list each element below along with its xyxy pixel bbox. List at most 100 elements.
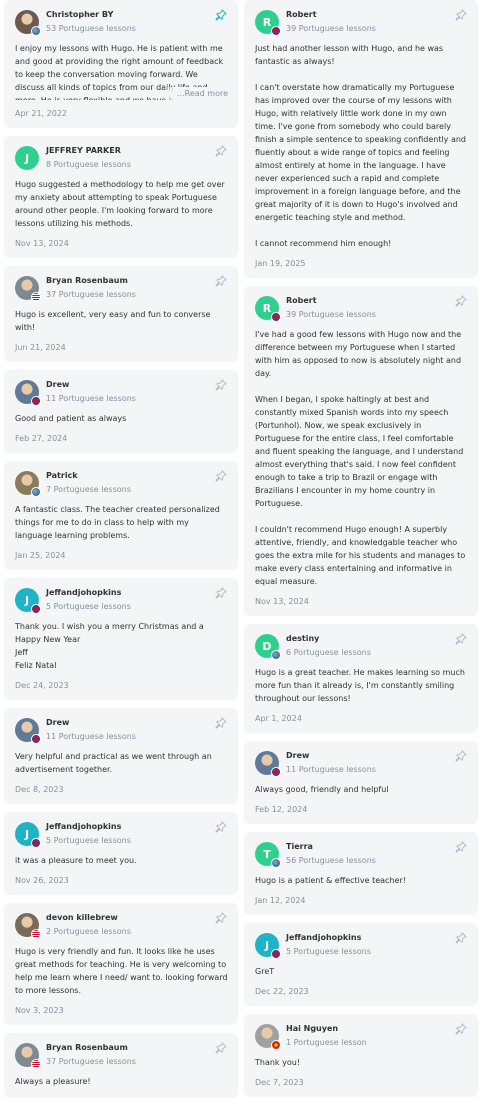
reviewer-name[interactable]: Drew <box>46 379 136 391</box>
review-date: Dec 22, 2023 <box>255 987 309 996</box>
review-text: Good and patient as always <box>15 414 127 423</box>
review-date: Apr 21, 2022 <box>15 109 68 118</box>
reviewer-name[interactable]: Jeffandjohopkins <box>46 587 131 599</box>
read-more-link[interactable]: ...Read more <box>163 87 228 100</box>
review-header: R Robert 39 Portuguese lessons <box>255 294 468 322</box>
review-text: Always good, friendly and helpful <box>255 785 389 794</box>
pin-icon[interactable] <box>215 275 227 287</box>
lesson-count: 1 Portuguese lesson <box>286 1038 367 1047</box>
review-text: Hugo is excellent, very easy and fun to … <box>15 310 211 332</box>
country-flag-icon <box>271 949 281 959</box>
pin-icon[interactable] <box>455 932 467 944</box>
review-header: T Tierra 56 Portuguese lessons <box>255 840 468 868</box>
review-date: Jan 25, 2024 <box>15 551 66 560</box>
reviewer-name[interactable]: Robert <box>286 295 376 307</box>
avatar[interactable] <box>15 1043 41 1069</box>
pin-icon[interactable] <box>455 633 467 645</box>
review-date: Feb 27, 2024 <box>15 434 68 443</box>
review-header: devon killebrew 2 Portuguese lessons <box>15 911 228 939</box>
pin-icon[interactable] <box>215 587 227 599</box>
avatar[interactable] <box>255 1024 281 1050</box>
reviewer-name[interactable]: JEFFREY PARKER <box>46 145 131 157</box>
lesson-count: 11 Portuguese lessons <box>46 394 136 403</box>
reviewer-name[interactable]: Tierra <box>286 841 376 853</box>
avatar[interactable] <box>15 276 41 302</box>
review-card: Drew 11 Portuguese lessons Good and patien… <box>4 370 238 453</box>
country-flag-icon <box>31 604 41 614</box>
reviewer-name[interactable]: destiny <box>286 633 371 645</box>
avatar[interactable]: D <box>255 634 281 660</box>
avatar[interactable]: R <box>255 10 281 36</box>
reviewer-name[interactable]: Patrick <box>46 470 131 482</box>
reviewer-name[interactable]: Robert <box>286 9 376 21</box>
review-text: Hugo suggested a methodology to help me … <box>15 180 225 228</box>
review-text: I've had a good few lessons with Hugo no… <box>255 330 466 586</box>
review-card: Bryan Rosenbaum 37 Portuguese lessons Alwa… <box>4 1033 238 1098</box>
review-date: Nov 26, 2023 <box>15 876 69 885</box>
reviewer-name[interactable]: Jeffandjohopkins <box>46 821 131 833</box>
review-header: Drew 11 Portuguese lessons <box>15 378 228 406</box>
pin-icon[interactable] <box>215 379 227 391</box>
pin-icon[interactable] <box>455 841 467 853</box>
lesson-count: 5 Portuguese lessons <box>46 602 131 611</box>
review-date: Jun 21, 2024 <box>15 343 66 352</box>
reviewer-info: devon killebrew 2 Portuguese lessons <box>46 912 131 938</box>
avatar[interactable] <box>15 471 41 497</box>
pin-icon[interactable] <box>215 821 227 833</box>
reviewer-name[interactable]: Christopher BY <box>46 9 136 21</box>
avatar[interactable] <box>15 913 41 939</box>
pin-icon[interactable] <box>215 912 227 924</box>
country-flag-icon <box>31 1059 41 1069</box>
review-header: Christopher BY 53 Portuguese lessons <box>15 8 228 36</box>
pin-icon[interactable] <box>455 295 467 307</box>
review-card: J Jeffandjohopkins 5 Portuguese lessons Gre… <box>244 923 478 1006</box>
avatar[interactable]: J <box>15 822 41 848</box>
country-flag-icon <box>271 650 281 660</box>
review-text: Very helpful and practical as we went th… <box>15 752 212 774</box>
country-flag-icon <box>271 312 281 322</box>
pin-icon[interactable] <box>455 1023 467 1035</box>
avatar[interactable]: J <box>255 933 281 959</box>
review-header: Bryan Rosenbaum 37 Portuguese lessons <box>15 1041 228 1069</box>
reviewer-name[interactable]: Drew <box>46 717 136 729</box>
lesson-count: 2 Portuguese lessons <box>46 927 131 936</box>
avatar[interactable]: T <box>255 842 281 868</box>
pin-icon[interactable] <box>215 717 227 729</box>
review-card: T Tierra 56 Portuguese lessons Hugo is a pa… <box>244 832 478 915</box>
avatar[interactable]: J <box>15 588 41 614</box>
pin-icon[interactable] <box>455 9 467 21</box>
reviewer-info: Jeffandjohopkins 5 Portuguese lessons <box>46 821 131 847</box>
review-card: J Jeffandjohopkins 5 Portuguese lessons it … <box>4 812 238 895</box>
reviewer-info: JEFFREY PARKER 8 Portuguese lessons <box>46 145 131 171</box>
reviewer-name[interactable]: Bryan Rosenbaum <box>46 275 136 287</box>
avatar[interactable] <box>255 751 281 777</box>
country-flag-icon <box>31 487 41 497</box>
avatar[interactable] <box>15 718 41 744</box>
avatar[interactable]: J <box>15 146 39 170</box>
reviewer-name[interactable]: Drew <box>286 750 376 762</box>
pin-icon[interactable] <box>215 145 227 157</box>
avatar[interactable] <box>15 380 41 406</box>
lesson-count: 37 Portuguese lessons <box>46 290 136 299</box>
avatar[interactable]: R <box>255 296 281 322</box>
review-date: Dec 8, 2023 <box>15 785 64 794</box>
review-card: Drew 11 Portuguese lessons Very helpful an… <box>4 708 238 804</box>
pin-icon[interactable] <box>215 1042 227 1054</box>
reviewer-name[interactable]: Hai Nguyen <box>286 1023 367 1035</box>
pin-icon[interactable] <box>455 750 467 762</box>
reviewer-name[interactable]: Bryan Rosenbaum <box>46 1042 136 1054</box>
review-header: J Jeffandjohopkins 5 Portuguese lessons <box>15 586 228 614</box>
reviewer-info: Bryan Rosenbaum 37 Portuguese lessons <box>46 275 136 301</box>
review-card: Hai Nguyen 1 Portuguese lesson Thank you! D… <box>244 1014 478 1097</box>
reviewer-name[interactable]: Jeffandjohopkins <box>286 932 371 944</box>
avatar[interactable] <box>15 10 41 36</box>
country-flag-icon <box>31 838 41 848</box>
review-card: R Robert 39 Portuguese lessons I've had a g… <box>244 286 478 616</box>
lesson-count: 7 Portuguese lessons <box>46 485 131 494</box>
reviewer-name[interactable]: devon killebrew <box>46 912 131 924</box>
pin-icon[interactable] <box>215 9 227 21</box>
country-flag-icon <box>31 734 41 744</box>
review-text: Hugo is a great teacher. He makes learni… <box>255 668 465 703</box>
pin-icon[interactable] <box>215 470 227 482</box>
reviewer-info: Drew 11 Portuguese lessons <box>46 379 136 405</box>
